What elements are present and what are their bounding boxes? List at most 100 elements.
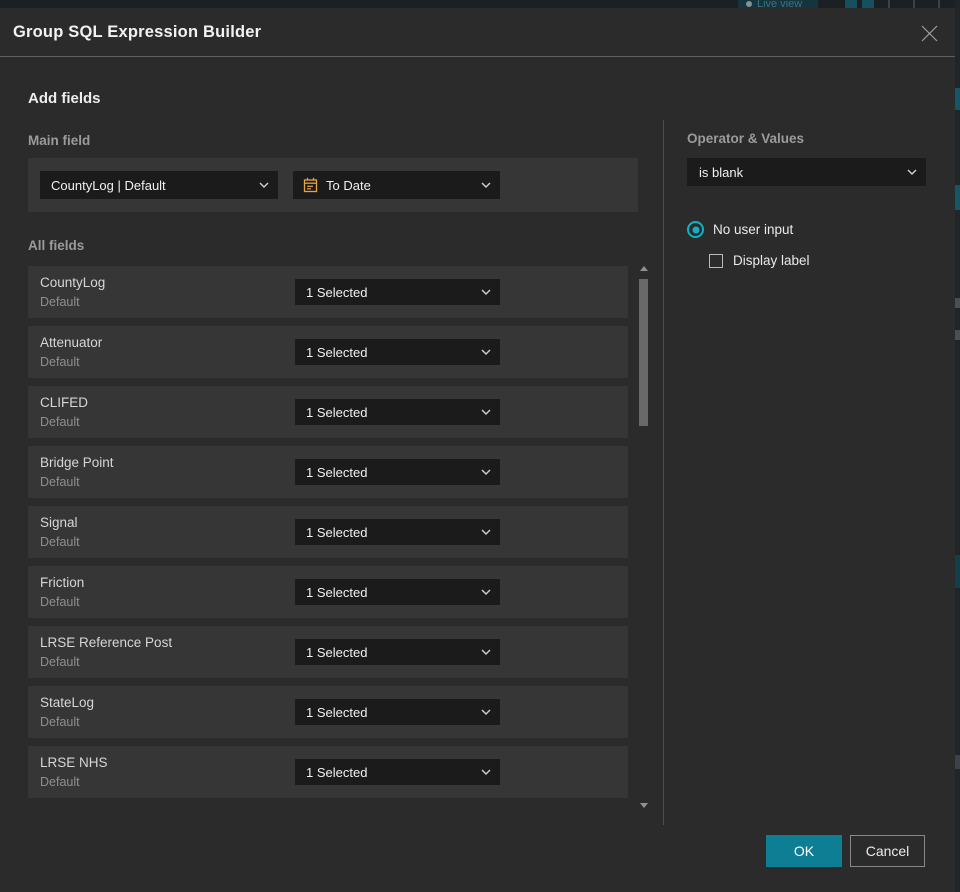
background-fragment — [955, 298, 960, 308]
chevron-down-icon — [481, 289, 491, 295]
background-fragment — [888, 0, 890, 8]
main-field-select-value: CountyLog | Default — [51, 177, 166, 193]
main-field-panel: CountyLog | Default To Date — [28, 158, 638, 212]
display-label-checkbox[interactable] — [709, 253, 723, 268]
close-icon — [921, 25, 937, 41]
chevron-down-icon — [481, 469, 491, 475]
field-row: Bridge Point Default 1 Selected — [28, 446, 628, 498]
chevron-down-icon — [481, 769, 491, 775]
field-row: LRSE Reference Post Default 1 Selected — [28, 626, 628, 678]
group-sql-expression-builder-dialog: Group SQL Expression Builder Add fields … — [0, 8, 955, 892]
dialog-title: Group SQL Expression Builder — [13, 22, 262, 41]
background-fragment — [845, 0, 857, 8]
chevron-down-icon — [481, 589, 491, 595]
field-selected-dropdown[interactable]: 1 Selected — [295, 699, 500, 725]
field-name: LRSE NHS — [40, 755, 108, 770]
panel-divider — [663, 120, 664, 825]
field-name: LRSE Reference Post — [40, 635, 173, 650]
field-selected-value: 1 Selected — [306, 404, 368, 420]
field-selected-dropdown[interactable]: 1 Selected — [295, 579, 500, 605]
section-title-add-fields: Add fields — [28, 90, 101, 107]
field-row: Attenuator Default 1 Selected — [28, 326, 628, 378]
operator-select[interactable]: is blank — [687, 158, 926, 186]
list-scrollbar[interactable] — [639, 262, 649, 810]
field-name: Bridge Point — [40, 455, 114, 470]
main-field-value-select[interactable]: To Date — [293, 171, 500, 199]
chevron-down-icon — [481, 409, 491, 415]
field-selected-value: 1 Selected — [306, 284, 368, 300]
field-selected-dropdown[interactable]: 1 Selected — [295, 759, 500, 785]
no-user-input-radio[interactable] — [687, 221, 704, 238]
chevron-down-icon — [481, 182, 491, 188]
field-selected-dropdown[interactable]: 1 Selected — [295, 279, 500, 305]
operator-values-label: Operator & Values — [687, 131, 805, 146]
no-user-input-option: No user input — [687, 221, 793, 238]
all-fields-label: All fields — [28, 238, 85, 253]
field-subtitle: Default — [40, 655, 80, 669]
field-selected-value: 1 Selected — [306, 584, 368, 600]
field-subtitle: Default — [40, 595, 80, 609]
field-subtitle: Default — [40, 535, 80, 549]
field-row: Friction Default 1 Selected — [28, 566, 628, 618]
chevron-down-icon — [481, 709, 491, 715]
chevron-down-icon — [259, 182, 269, 188]
background-fragment — [955, 555, 960, 588]
cancel-button[interactable]: Cancel — [850, 835, 925, 867]
field-name: Attenuator — [40, 335, 103, 350]
background-right-edge — [955, 0, 960, 892]
scrollbar-down-arrow[interactable] — [640, 803, 648, 808]
field-selected-dropdown[interactable]: 1 Selected — [295, 399, 500, 425]
chevron-down-icon — [481, 649, 491, 655]
main-field-value-select-value: To Date — [326, 177, 371, 193]
field-row: LRSE NHS Default 1 Selected — [28, 746, 628, 798]
field-selected-value: 1 Selected — [306, 344, 368, 360]
field-subtitle: Default — [40, 715, 80, 729]
field-subtitle: Default — [40, 355, 80, 369]
field-row: CountyLog Default 1 Selected — [28, 266, 628, 318]
field-selected-dropdown[interactable]: 1 Selected — [295, 339, 500, 365]
main-field-select[interactable]: CountyLog | Default — [40, 171, 278, 199]
no-user-input-label: No user input — [713, 222, 794, 237]
chevron-down-icon — [907, 169, 917, 175]
chevron-down-icon — [481, 529, 491, 535]
scrollbar-thumb[interactable] — [639, 279, 648, 426]
field-selected-value: 1 Selected — [306, 524, 368, 540]
background-fragment — [955, 330, 960, 340]
field-selected-value: 1 Selected — [306, 704, 368, 720]
chevron-down-icon — [481, 349, 491, 355]
field-name: Signal — [40, 515, 78, 530]
field-subtitle: Default — [40, 475, 80, 489]
all-fields-list: CountyLog Default 1 Selected Attenuator … — [28, 266, 628, 806]
close-button[interactable] — [916, 20, 942, 46]
field-selected-dropdown[interactable]: 1 Selected — [295, 519, 500, 545]
field-subtitle: Default — [40, 775, 80, 789]
field-name: Friction — [40, 575, 85, 590]
field-row: StateLog Default 1 Selected — [28, 686, 628, 738]
background-fragment — [955, 88, 960, 110]
background-top-strip: Live view — [0, 0, 960, 8]
field-selected-dropdown[interactable]: 1 Selected — [295, 639, 500, 665]
live-view-label: Live view — [757, 0, 803, 8]
ok-button[interactable]: OK — [766, 835, 842, 867]
field-row: Signal Default 1 Selected — [28, 506, 628, 558]
field-selected-value: 1 Selected — [306, 764, 368, 780]
background-fragment — [938, 0, 940, 8]
dialog-titlebar: Group SQL Expression Builder — [0, 8, 955, 57]
scrollbar-up-arrow[interactable] — [640, 266, 648, 271]
background-fragment — [955, 755, 960, 769]
display-label-text: Display label — [733, 253, 810, 268]
background-fragment — [913, 0, 915, 8]
field-row: CLIFED Default 1 Selected — [28, 386, 628, 438]
field-name: CLIFED — [40, 395, 89, 410]
background-fragment — [862, 0, 874, 8]
field-selected-dropdown[interactable]: 1 Selected — [295, 459, 500, 485]
field-name: StateLog — [40, 695, 95, 710]
field-selected-value: 1 Selected — [306, 644, 368, 660]
field-selected-value: 1 Selected — [306, 464, 368, 480]
operator-select-value: is blank — [699, 164, 744, 180]
background-fragment — [955, 185, 960, 210]
field-name: CountyLog — [40, 275, 106, 290]
dot-icon — [746, 1, 752, 7]
display-label-option: Display label — [709, 253, 810, 268]
field-subtitle: Default — [40, 295, 80, 309]
